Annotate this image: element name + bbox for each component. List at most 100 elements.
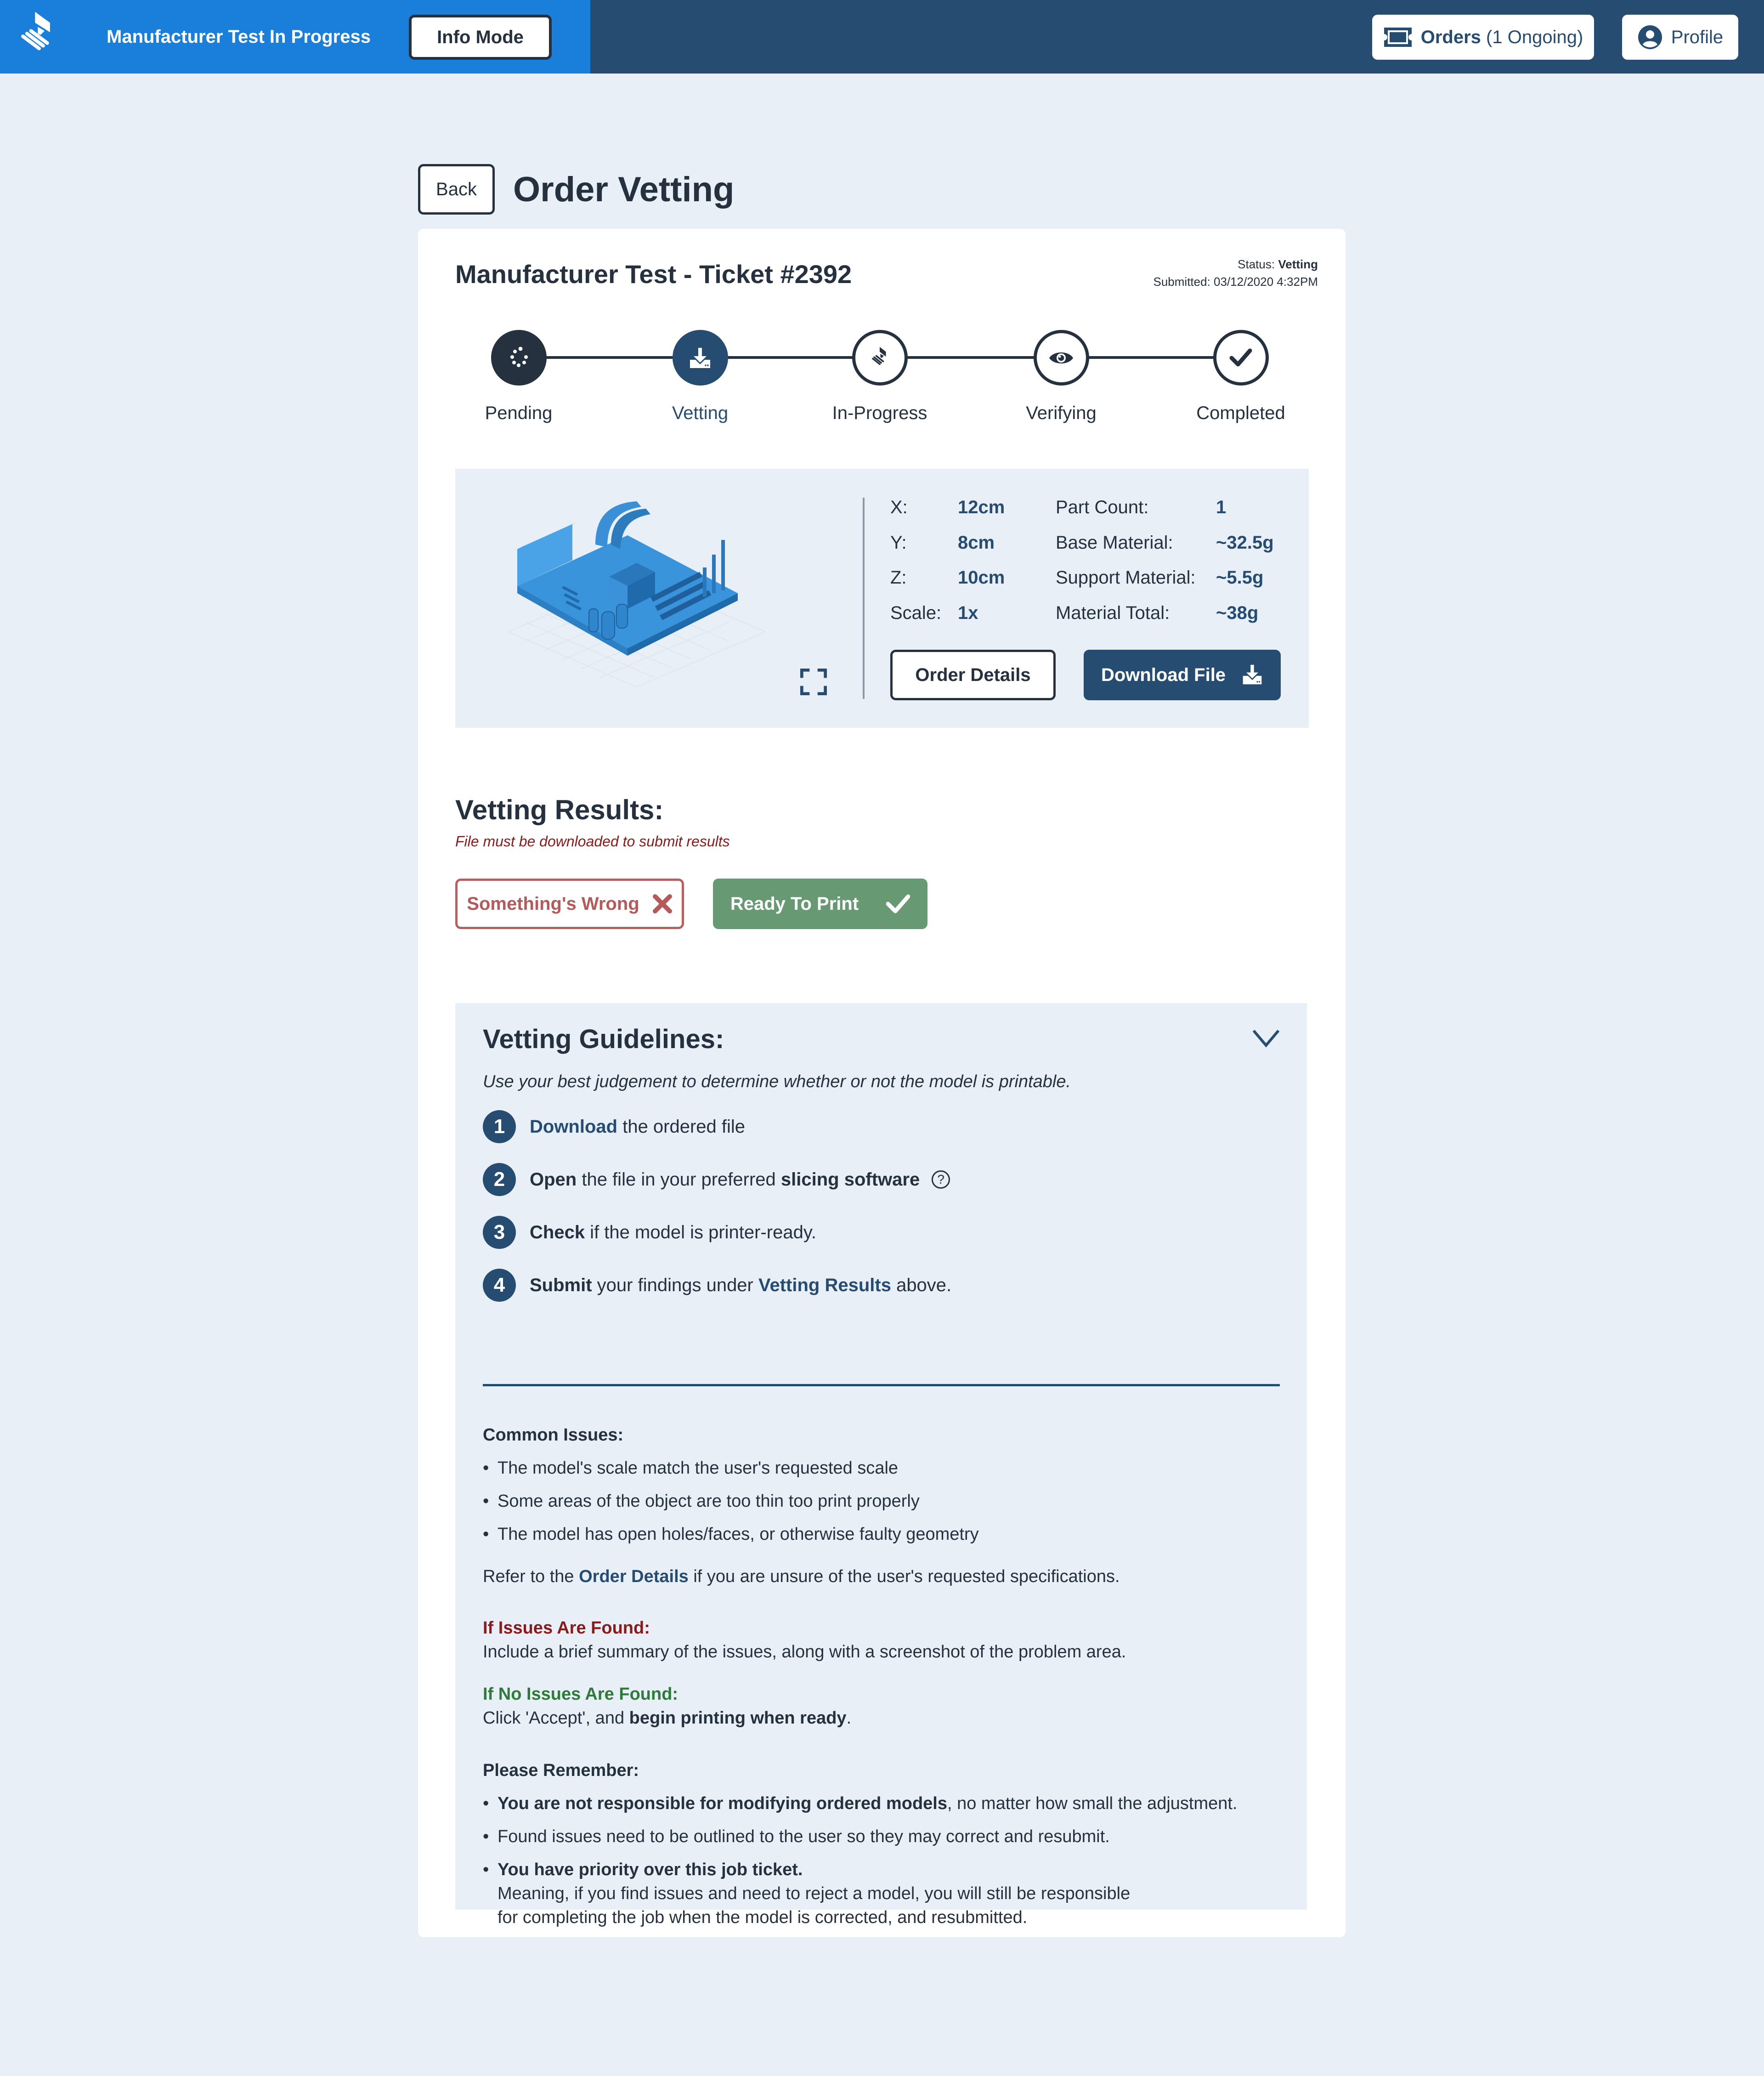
guidelines-title: Vetting Guidelines: (483, 1024, 724, 1054)
download-icon (690, 347, 710, 368)
issues-found-text: Include a brief summary of the issues, a… (483, 1642, 1126, 1662)
step-number-badge: 4 (483, 1269, 516, 1302)
vetting-results-link[interactable]: Vetting Results (758, 1275, 891, 1296)
chevron-down-icon[interactable] (1252, 1027, 1280, 1049)
refer-text-pre: Refer to the (483, 1567, 579, 1586)
order-details-link[interactable]: Order Details (579, 1567, 689, 1586)
orders-count: (1 Ongoing) (1486, 27, 1583, 47)
spec-label-base-material: Base Material: (1056, 533, 1173, 553)
ready-to-print-button[interactable]: Ready To Print (713, 879, 927, 929)
guideline-step: 1 Download the ordered file (483, 1110, 745, 1143)
no-issues-bold: begin printing when ready (629, 1708, 847, 1728)
remember-title: Please Remember: (483, 1761, 639, 1780)
step-label: Completed (1196, 403, 1285, 423)
common-issue-item: The model has open holes/faces, or other… (483, 1522, 979, 1546)
profile-button[interactable]: Profile (1622, 15, 1738, 60)
step-verifying: Verifying (992, 330, 1130, 424)
refer-text-post: if you are unsure of the user's requeste… (688, 1567, 1120, 1586)
somethings-wrong-label: Something's Wrong (467, 893, 639, 914)
printer-icon (872, 346, 886, 365)
step-circle (1213, 330, 1269, 386)
download-file-button[interactable]: Download File (1084, 650, 1281, 700)
step-in-progress: In-Progress (811, 330, 949, 424)
back-button[interactable]: Back (418, 164, 495, 215)
vetting-results-title: Vetting Results: (455, 794, 664, 825)
model-preview-panel: X: 12cm Y: 8cm Z: 10cm Scale: 1x Part Co… (455, 469, 1309, 728)
ticket-title: Manufacturer Test - Ticket #2392 (455, 260, 852, 289)
step-label: In-Progress (832, 403, 927, 423)
step-circle (852, 330, 908, 386)
step-vetting: Vetting (631, 330, 769, 424)
step-strong-text: Open (530, 1169, 577, 1190)
remember-item-bold: You have priority over this job ticket. (498, 1860, 803, 1879)
issues-found-title: If Issues Are Found: (483, 1618, 650, 1638)
step-circle (491, 330, 547, 386)
top-nav-brand-area: Manufacturer Test In Progress Info Mode (0, 0, 590, 74)
step-strong-text: Submit (530, 1275, 592, 1295)
ready-to-print-label: Ready To Print (730, 893, 859, 914)
remember-item: You are not responsible for modifying or… (483, 1792, 1238, 1815)
order-details-button[interactable]: Order Details (890, 650, 1056, 700)
printer-logo-icon[interactable] (17, 9, 72, 63)
spec-value-part-count: 1 (1216, 497, 1227, 517)
remember-item-bold: You are not responsible for modifying or… (498, 1794, 947, 1813)
help-icon[interactable]: ? (932, 1170, 950, 1189)
spec-label-z: Z: (890, 567, 907, 588)
step-circle (1033, 330, 1089, 386)
orders-button[interactable]: Orders (1 Ongoing) (1372, 15, 1594, 60)
spec-label-x: X: (890, 497, 908, 517)
step-label: Pending (485, 403, 553, 423)
step-number-badge: 2 (483, 1163, 516, 1196)
refer-text: Refer to the Order Details if you are un… (483, 1565, 1120, 1588)
spec-value-support-material: ~5.5g (1216, 567, 1264, 588)
info-mode-button[interactable]: Info Mode (409, 15, 552, 60)
step-label: Vetting (672, 403, 729, 423)
guideline-step: 3 Check if the model is printer-ready. (483, 1216, 816, 1249)
no-issues-text: Click 'Accept', and begin printing when … (483, 1706, 851, 1730)
step-text: your findings under (592, 1275, 758, 1295)
spec-label-scale: Scale: (890, 603, 942, 623)
remember-item-text: for completing the job when the model is… (498, 1908, 1028, 1927)
step-text: above. (891, 1275, 952, 1295)
status-label: Status: (1238, 257, 1275, 271)
spec-value-scale: 1x (958, 603, 978, 623)
x-icon (652, 894, 672, 913)
common-issue-item: The model's scale match the user's reque… (483, 1456, 898, 1480)
vetting-results-note: File must be downloaded to submit result… (455, 833, 730, 850)
spec-label-part-count: Part Count: (1056, 497, 1149, 517)
model-preview-image[interactable] (508, 494, 765, 687)
no-issues-pre: Click 'Accept', and (483, 1708, 629, 1728)
app-title: Manufacturer Test In Progress (107, 27, 371, 47)
somethings-wrong-button[interactable]: Something's Wrong (455, 879, 684, 929)
step-text: if the model is printer-ready. (585, 1222, 816, 1242)
step-pending: Pending (450, 330, 588, 424)
download-link[interactable]: Download (530, 1117, 617, 1137)
spec-value-base-material: ~32.5g (1216, 533, 1274, 553)
vetting-guidelines-panel: Vetting Guidelines: Use your best judgem… (455, 1003, 1307, 1927)
step-circle (672, 330, 728, 386)
orders-label: Orders (1420, 27, 1481, 47)
page-title: Order Vetting (513, 170, 735, 209)
submitted-label: Submitted: (1153, 275, 1210, 289)
spec-label-support-material: Support Material: (1056, 567, 1196, 588)
step-label: Verifying (1026, 403, 1097, 423)
no-issues-title: If No Issues Are Found: (483, 1685, 678, 1704)
step-completed: Completed (1172, 330, 1310, 424)
remember-item-text: Meaning, if you find issues and need to … (498, 1884, 1131, 1903)
spinner-icon (510, 346, 528, 367)
step-number-badge: 3 (483, 1216, 516, 1249)
profile-label: Profile (1671, 27, 1724, 47)
eye-icon (1049, 352, 1073, 363)
common-issue-item: Some areas of the object are too thin to… (483, 1489, 920, 1513)
remember-item: Found issues need to be outlined to the … (483, 1825, 1110, 1849)
no-issues-post: . (846, 1708, 852, 1728)
spec-value-y: 8cm (958, 533, 995, 553)
spec-value-material-total: ~38g (1216, 603, 1259, 623)
ticket-icon (1384, 28, 1412, 47)
fullscreen-icon[interactable] (800, 669, 827, 695)
guideline-step: 2 Open the file in your preferred slicin… (483, 1163, 950, 1196)
check-icon (1229, 348, 1252, 366)
remember-item: You have priority over this job ticket. … (483, 1858, 1130, 1929)
check-icon (886, 894, 910, 913)
step-text: the ordered file (617, 1116, 746, 1137)
